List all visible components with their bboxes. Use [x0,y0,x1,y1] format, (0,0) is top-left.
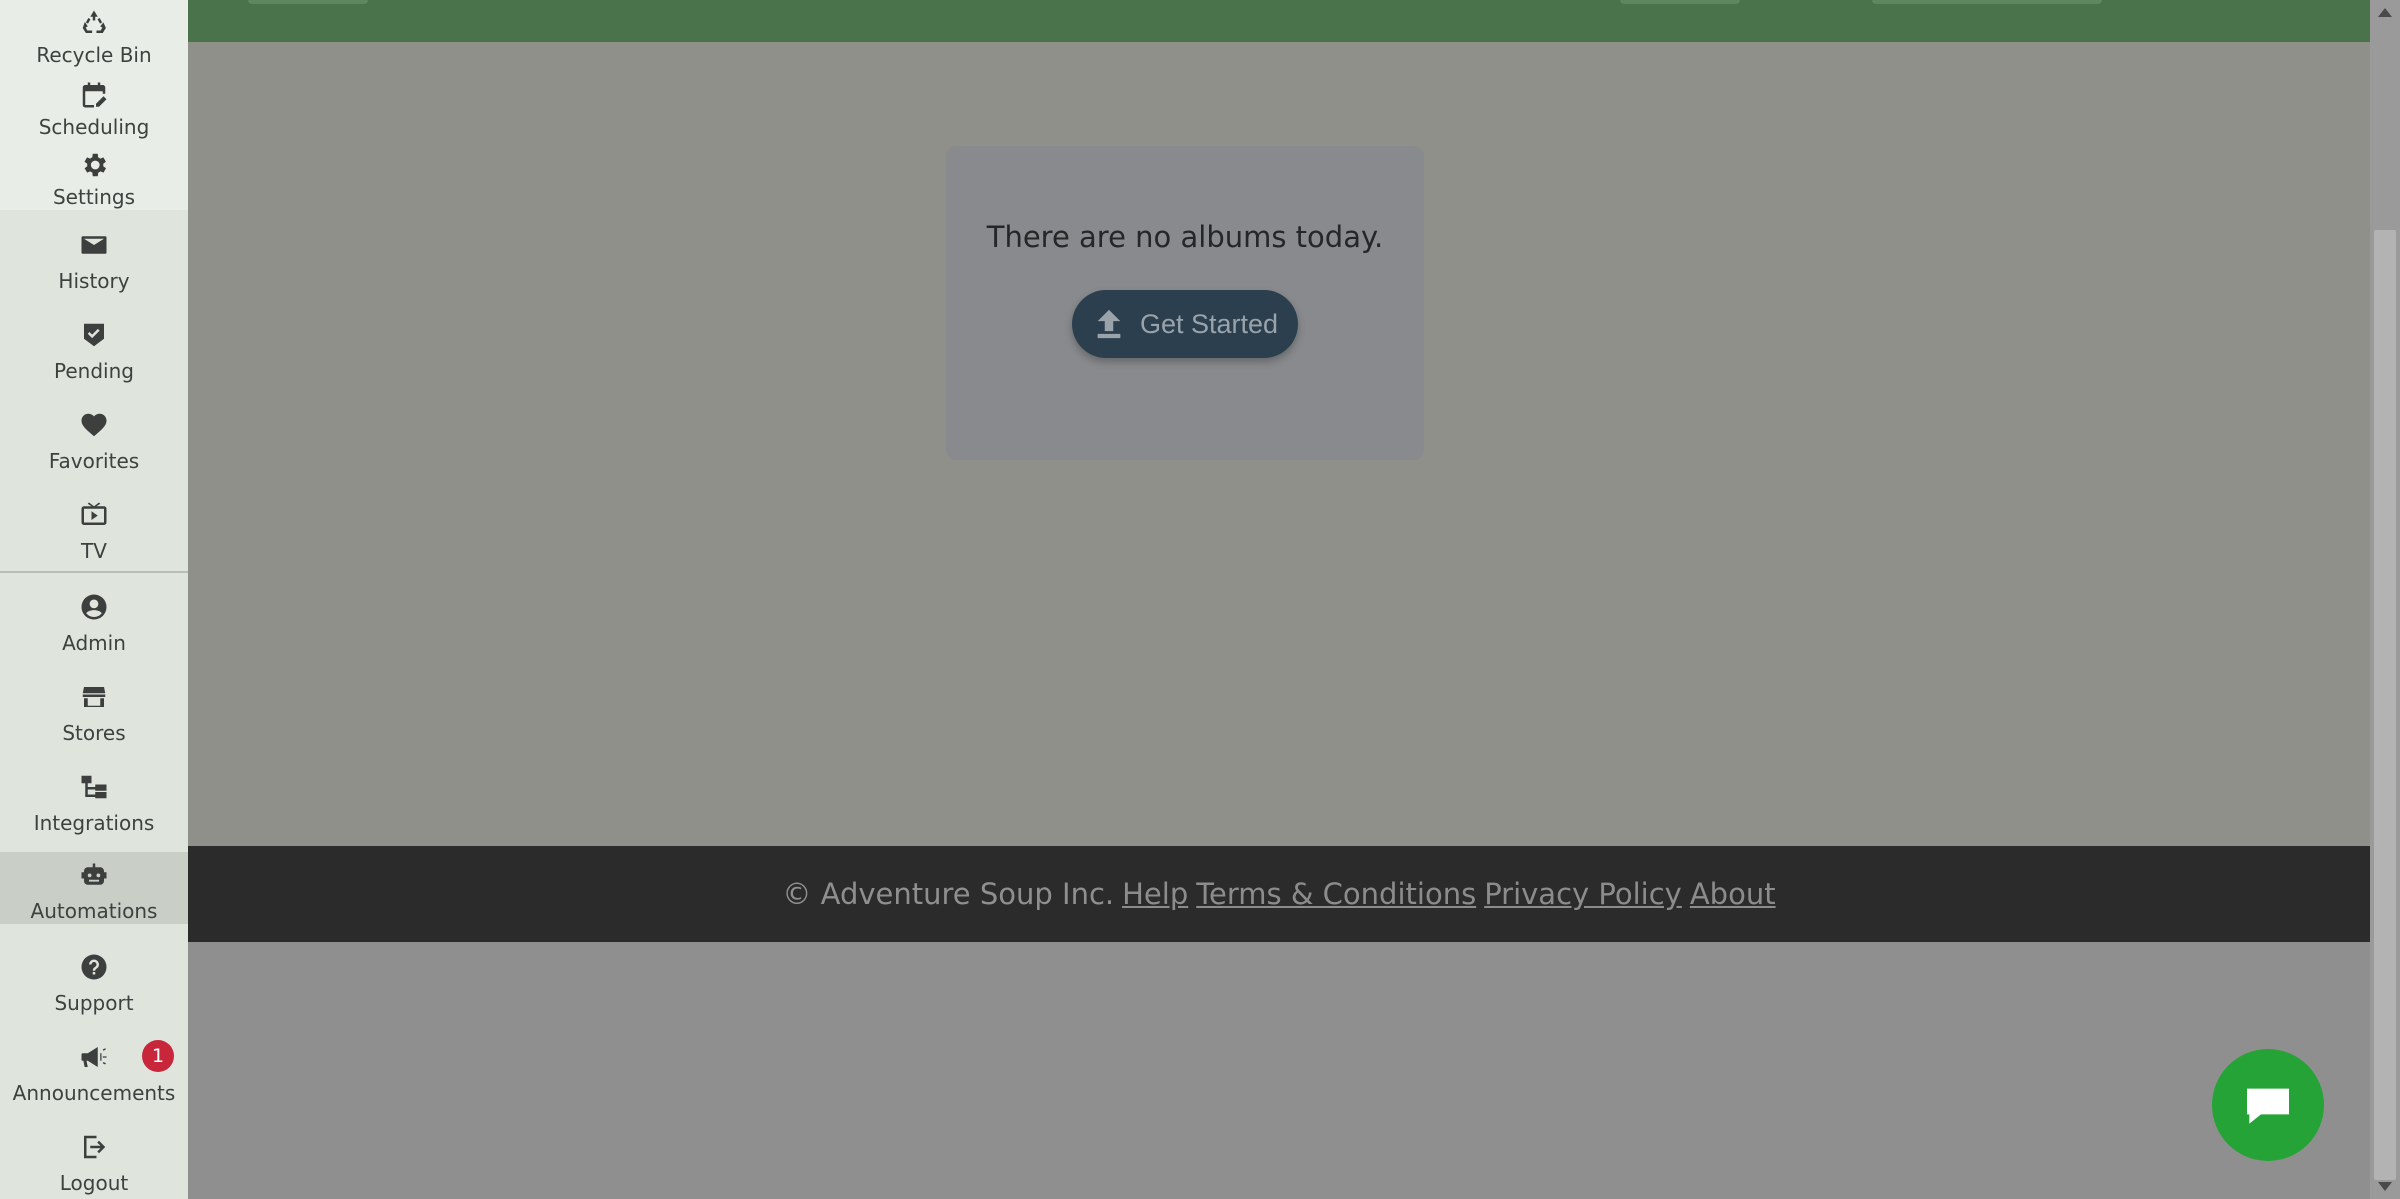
scrollbar-thumb[interactable] [2374,230,2396,1180]
sidebar-divider [0,571,188,573]
sidebar-item-label: Scheduling [38,115,150,139]
sidebar-item-integrations[interactable]: Integrations [0,770,188,836]
question-circle-icon [77,950,111,984]
sidebar-item-label: History [58,269,130,293]
sidebar: Recycle Bin Scheduling Settings History … [0,0,188,1199]
sidebar-item-label: Recycle Bin [36,43,152,67]
footer: © Adventure Soup Inc. Help Terms & Condi… [188,846,2370,942]
recycle-icon [77,6,111,40]
footer-link-privacy[interactable]: Privacy Policy [1484,877,1682,911]
announcements-badge: 1 [142,1040,174,1072]
sidebar-item-label: Favorites [48,449,140,473]
sidebar-item-label: Logout [59,1171,129,1195]
empty-albums-card: There are no albums today. Get Started [946,146,1424,460]
sidebar-item-tv[interactable]: TV [0,498,188,564]
sidebar-item-admin[interactable]: Admin [0,590,188,656]
top-bar [188,0,2370,42]
sidebar-item-announcements[interactable]: 1 Announcements [0,1040,188,1106]
scroll-down-arrow-icon[interactable] [2378,1182,2392,1191]
get-started-label: Get Started [1139,308,1279,339]
shield-check-icon [77,318,111,352]
topbar-button-left[interactable] [248,0,368,4]
tv-play-icon [77,498,111,532]
sidebar-item-label: Settings [52,185,136,209]
sidebar-item-label: Announcements [12,1081,176,1105]
footer-link-about[interactable]: About [1690,877,1776,911]
store-icon [77,680,111,714]
upload-icon [1097,309,1121,339]
user-circle-icon [77,590,111,624]
sidebar-item-label: Support [54,991,134,1015]
main-content: There are no albums today. Get Started [188,42,2370,846]
sidebar-item-label: TV [81,539,107,563]
get-started-button[interactable]: Get Started [1072,290,1298,358]
sidebar-item-settings[interactable]: Settings [0,148,188,210]
gear-icon [77,148,111,182]
sidebar-item-label: Integrations [33,811,155,835]
sidebar-item-label: Pending [54,359,134,383]
robot-icon [77,860,111,892]
sitemap-icon [77,770,111,804]
footer-copyright: © Adventure Soup Inc. [782,877,1115,911]
topbar-button-middle[interactable] [1620,0,1740,4]
envelope-icon [77,228,111,262]
sidebar-item-history[interactable]: History [0,228,188,294]
sidebar-item-pending[interactable]: Pending [0,318,188,384]
topbar-button-right[interactable] [1872,0,2102,4]
sidebar-item-automations[interactable]: Automations [0,852,188,924]
sidebar-item-stores[interactable]: Stores [0,680,188,746]
sidebar-item-label: Automations [30,899,158,923]
sidebar-item-scheduling[interactable]: Scheduling [0,78,188,140]
sidebar-item-favorites[interactable]: Favorites [0,408,188,474]
sidebar-item-recycle-bin[interactable]: Recycle Bin [0,6,188,68]
megaphone-icon [77,1040,111,1074]
sidebar-item-support[interactable]: Support [0,950,188,1016]
scroll-up-arrow-icon[interactable] [2378,8,2392,17]
sidebar-item-label: Stores [62,721,126,745]
heart-icon [77,408,111,442]
chat-bubble-icon [2247,1088,2289,1124]
footer-link-help[interactable]: Help [1122,877,1188,911]
sidebar-item-logout[interactable]: Logout [0,1130,188,1196]
footer-link-terms[interactable]: Terms & Conditions [1196,877,1476,911]
chat-button[interactable] [2212,1049,2324,1161]
sidebar-item-label: Admin [62,631,126,655]
calendar-edit-icon [77,78,111,112]
page-background [188,942,2370,1199]
page-scrollbar[interactable] [2370,0,2400,1199]
sign-out-icon [77,1130,111,1164]
empty-albums-message: There are no albums today. [986,220,1384,254]
